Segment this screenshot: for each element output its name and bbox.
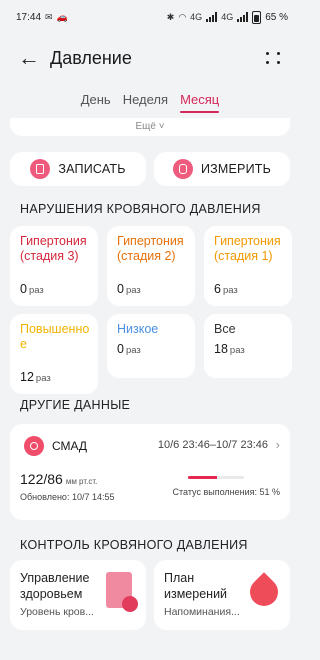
- back-arrow-icon[interactable]: ←: [18, 47, 46, 69]
- smad-value-wrap: 122/86 мм рт.ст.: [20, 471, 97, 487]
- control-title: КОНТРОЛЬ КРОВЯНОГО ДАВЛЕНИЯ: [20, 538, 248, 552]
- battery-icon: [252, 10, 262, 24]
- record-icon: [30, 159, 51, 179]
- violation-card-stage1[interactable]: Гипертония (стадия 1) 6 раз: [204, 226, 292, 306]
- more-options-icon[interactable]: [266, 52, 282, 64]
- smad-progress-bar: [188, 476, 244, 479]
- violation-unit: раз: [222, 285, 238, 296]
- violation-card-low[interactable]: Низкое 0 раз: [107, 314, 195, 378]
- tab-week[interactable]: Неделя: [123, 92, 168, 113]
- violation-unit: раз: [125, 285, 141, 296]
- smad-value: 122/86: [20, 471, 63, 487]
- signal-icon-2: [237, 12, 249, 22]
- card-title: Управление здоровьем: [20, 571, 90, 601]
- violations-title: НАРУШЕНИЯ КРОВЯНОГО ДАВЛЕНИЯ: [20, 202, 261, 216]
- network-type-2: 4G: [221, 12, 234, 22]
- violation-name: Низкое: [117, 322, 159, 336]
- page-title: Давление: [50, 47, 132, 68]
- card-title: План измерений: [164, 571, 228, 601]
- health-management-card[interactable]: Управление здоровьем Уровень кров...: [10, 560, 146, 630]
- measurement-plan-card[interactable]: План измерений Напоминания...: [154, 560, 290, 630]
- violations-grid: Гипертония (стадия 3) 0 раз Гипертония (с…: [10, 226, 292, 394]
- network-type-1: 4G: [190, 12, 203, 22]
- violation-count: 0: [20, 282, 27, 296]
- violation-name: Все: [214, 322, 236, 336]
- measure-button[interactable]: ИЗМЕРИТЬ: [154, 152, 290, 186]
- more-link[interactable]: Ещё ˅: [0, 121, 300, 139]
- violation-unit: раз: [125, 345, 141, 356]
- violation-count: 0: [117, 282, 124, 296]
- period-tabs: День Неделя Месяц: [0, 92, 300, 113]
- content-scroll[interactable]: Ещё ˅ ЗАПИСАТЬ ИЗМЕРИТЬ НАРУШЕНИЯ КРОВЯН…: [0, 118, 300, 660]
- violation-name: Повышенное: [20, 322, 90, 351]
- record-label: ЗАПИСАТЬ: [58, 162, 126, 176]
- car-icon: 🚗: [56, 11, 68, 22]
- clipboard-heart-icon: [106, 572, 138, 612]
- action-buttons: ЗАПИСАТЬ ИЗМЕРИТЬ: [10, 152, 290, 186]
- violation-unit: раз: [229, 345, 245, 356]
- smad-icon: [24, 436, 44, 456]
- violation-card-stage3[interactable]: Гипертония (стадия 3) 0 раз: [10, 226, 98, 306]
- violation-count: 6: [214, 282, 221, 296]
- smad-unit: мм рт.ст.: [65, 477, 98, 486]
- card-subtitle: Напоминания...: [164, 606, 240, 618]
- chevron-right-icon: ›: [275, 437, 280, 452]
- violation-count: 18: [214, 342, 228, 356]
- battery-level: 65 %: [265, 11, 288, 23]
- violation-name: Гипертония (стадия 1): [214, 234, 281, 263]
- smad-card[interactable]: СМАД 10/6 23:46–10/7 23:46 › 122/86 мм рт…: [10, 424, 290, 520]
- violation-card-all[interactable]: Все 18 раз: [204, 314, 292, 378]
- violation-count: 12: [20, 370, 34, 384]
- smad-updated: Обновлено: 10/7 14:55: [20, 492, 115, 502]
- control-cards: Управление здоровьем Уровень кров... Пла…: [10, 560, 290, 630]
- tab-month[interactable]: Месяц: [180, 92, 220, 113]
- smad-progress-fill: [188, 476, 217, 479]
- bluetooth-icon: ✱: [166, 11, 175, 22]
- violation-unit: раз: [35, 373, 51, 384]
- violation-name: Гипертония (стадия 3): [20, 234, 87, 263]
- smad-label: СМАД: [52, 439, 88, 453]
- notification-icon: ✉: [45, 11, 53, 22]
- violation-name: Гипертония (стадия 2): [117, 234, 184, 263]
- measure-icon: [172, 159, 193, 179]
- status-time: 17:44: [16, 11, 42, 23]
- tab-day[interactable]: День: [81, 92, 111, 113]
- violation-unit: раз: [28, 285, 44, 296]
- wifi-icon: ◠: [178, 11, 187, 22]
- status-bar: 17:44 ✉ 🚗 ✱ ◠ 4G 4G 65 %: [0, 0, 300, 34]
- violation-card-stage2[interactable]: Гипертония (стадия 2) 0 раз: [107, 226, 195, 306]
- measure-label: ИЗМЕРИТЬ: [200, 162, 272, 176]
- signal-icon-1: [206, 12, 218, 22]
- other-data-title: ДРУГИЕ ДАННЫЕ: [20, 398, 131, 412]
- violation-count: 0: [117, 342, 124, 356]
- smad-status: Статус выполнения: 51 %: [172, 487, 281, 497]
- smad-range: 10/6 23:46–10/7 23:46: [157, 439, 268, 451]
- violation-card-elevated[interactable]: Повышенное 12 раз: [10, 314, 98, 394]
- record-button[interactable]: ЗАПИСАТЬ: [10, 152, 146, 186]
- app-header: ← Давление: [0, 38, 300, 78]
